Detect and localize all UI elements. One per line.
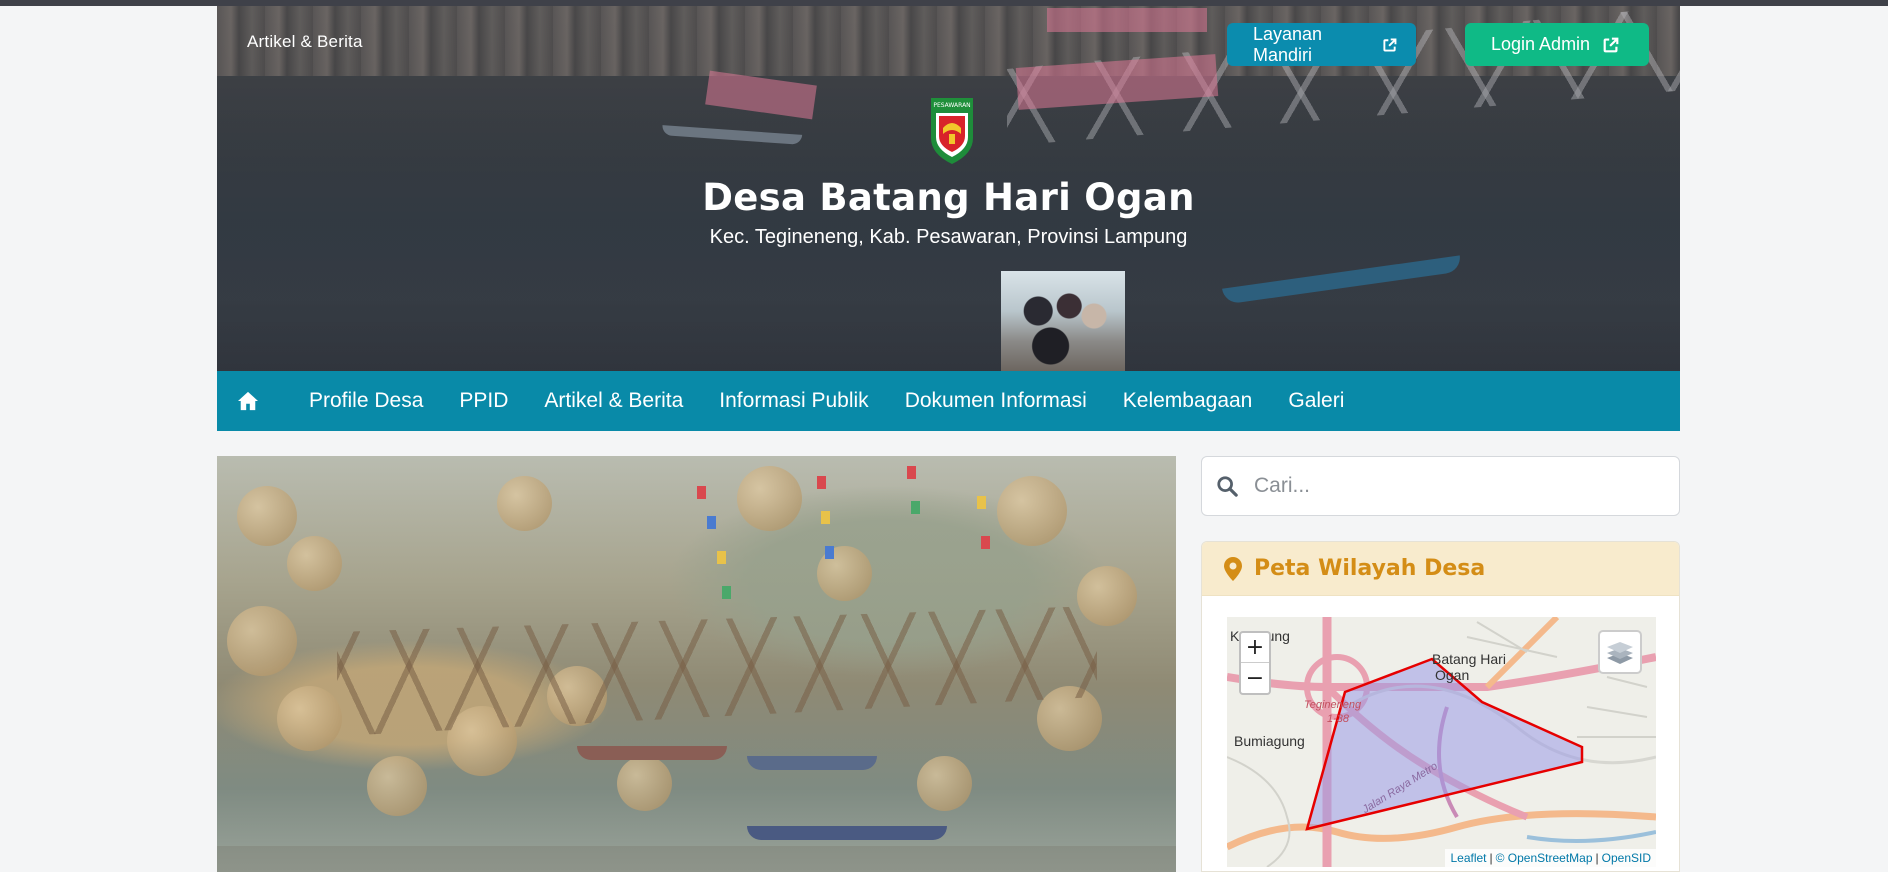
opensid-link[interactable]: OpenSID xyxy=(1602,851,1651,865)
site-subtitle: Kec. Tegineneng, Kab. Pesawaran, Provins… xyxy=(709,226,1188,248)
map-label-bumiagung: Bumiagung xyxy=(1234,733,1305,749)
attribution-separator: | xyxy=(1595,851,1599,865)
image-flag xyxy=(911,501,920,514)
layanan-mandiri-label: Layanan Mandiri xyxy=(1253,23,1323,65)
map-zoom-control: + − xyxy=(1239,631,1271,695)
openstreetmap-link[interactable]: © OpenStreetMap xyxy=(1496,851,1593,865)
image-fruit xyxy=(737,466,802,531)
leaflet-link[interactable]: Leaflet xyxy=(1450,851,1486,865)
village-map[interactable]: Kotagung Batang Hari Ogan Tegineneng 1·3… xyxy=(1227,617,1656,867)
header-banner xyxy=(1047,8,1207,32)
image-fruit xyxy=(237,486,297,546)
nav-item-dokumen-informasi[interactable]: Dokumen Informasi xyxy=(905,389,1087,413)
header-boat xyxy=(661,125,803,145)
layers-icon xyxy=(1607,642,1633,664)
map-label-tegineneng: Tegineneng xyxy=(1304,699,1362,711)
external-link-icon xyxy=(1383,38,1397,51)
nav-item-artikel-berita[interactable]: Artikel & Berita xyxy=(544,389,683,413)
image-fruit xyxy=(367,756,427,816)
nav-item-kelembagaan[interactable]: Kelembagaan xyxy=(1123,389,1253,413)
image-flag xyxy=(817,476,826,489)
layanan-mandiri-button[interactable]: Layanan Mandiri xyxy=(1227,23,1416,66)
nav-item-informasi-publik[interactable]: Informasi Publik xyxy=(719,389,868,413)
map-widget-title: Peta Wilayah Desa xyxy=(1254,556,1486,581)
image-flag xyxy=(981,536,990,549)
header-banner xyxy=(705,70,817,120)
map-pin-icon xyxy=(1224,556,1242,581)
map-label-ogan: Ogan xyxy=(1435,667,1470,683)
image-flag xyxy=(717,551,726,564)
top-link-artikel[interactable]: Artikel & Berita xyxy=(247,32,363,52)
featured-image-slider[interactable] xyxy=(217,456,1176,872)
image-fruit xyxy=(497,476,552,531)
image-boat xyxy=(747,756,877,770)
search-icon xyxy=(1217,476,1238,497)
nav-item-profile-desa[interactable]: Profile Desa xyxy=(309,389,423,413)
village-logo: PESAWARAN xyxy=(931,98,973,164)
zoom-out-button[interactable]: − xyxy=(1241,663,1269,693)
nav-item-ppid[interactable]: PPID xyxy=(459,389,508,413)
search-input[interactable] xyxy=(1254,474,1654,498)
image-flag xyxy=(907,466,916,479)
map-label-batang-hari: Batang Hari xyxy=(1432,651,1506,667)
image-boat xyxy=(747,826,947,840)
image-fruit xyxy=(997,476,1067,546)
login-admin-label: Login Admin xyxy=(1491,34,1591,54)
map-widget-header: Peta Wilayah Desa xyxy=(1202,542,1679,596)
login-admin-button[interactable]: Login Admin xyxy=(1465,23,1649,66)
image-fruit xyxy=(917,756,972,811)
logo-text: PESAWARAN xyxy=(933,102,970,109)
header-photo-thumbnail[interactable] xyxy=(1001,271,1125,371)
map-widget: Peta Wilayah Desa Kotagung Batang Hari O… xyxy=(1201,541,1680,872)
image-flag xyxy=(707,516,716,529)
layers-button[interactable] xyxy=(1598,630,1642,674)
image-fruit xyxy=(287,536,342,591)
image-flag xyxy=(825,546,834,559)
image-fruit xyxy=(277,686,342,751)
image-flag xyxy=(821,511,830,524)
zoom-in-button[interactable]: + xyxy=(1241,633,1269,663)
home-icon[interactable] xyxy=(237,391,259,411)
image-fruit xyxy=(617,756,672,811)
image-flag xyxy=(697,486,706,499)
external-link-icon xyxy=(1603,37,1619,52)
site-header: Artikel & Berita Layanan Mandiri Login A… xyxy=(217,6,1680,371)
image-flag xyxy=(722,586,731,599)
main-navigation: Profile Desa PPID Artikel & Berita Infor… xyxy=(217,371,1680,431)
map-label-road-number: 1·38 xyxy=(1327,713,1350,725)
header-boat xyxy=(1222,255,1462,305)
image-flag xyxy=(977,496,986,509)
nav-item-galeri[interactable]: Galeri xyxy=(1288,389,1344,413)
image-fruit xyxy=(227,606,297,676)
map-attribution: Leaflet | © OpenStreetMap | OpenSID xyxy=(1445,849,1656,867)
image-boat xyxy=(577,746,727,760)
attribution-separator: | xyxy=(1489,851,1493,865)
image-bridge xyxy=(337,606,1097,736)
image-caption-overlay xyxy=(217,846,1176,872)
site-title: Desa Batang Hari Ogan xyxy=(702,176,1195,219)
search-box xyxy=(1201,456,1680,516)
